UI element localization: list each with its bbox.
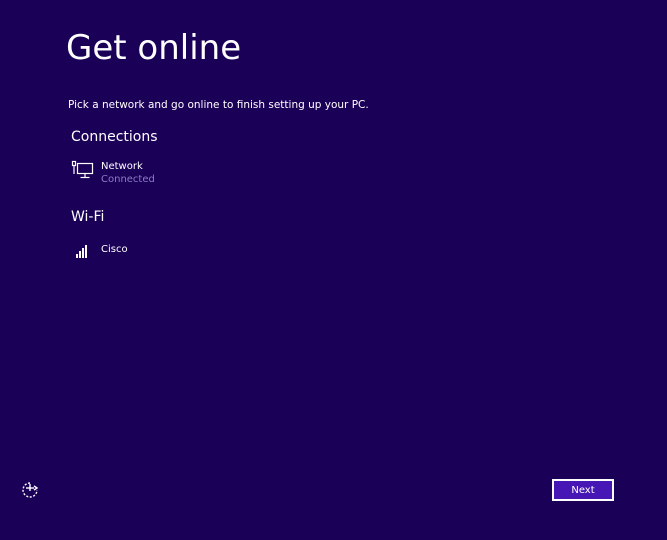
wifi-signal-icon (71, 243, 95, 265)
page-subtitle: Pick a network and go online to finish s… (68, 99, 369, 111)
network-status: Connected (101, 174, 155, 185)
connections-heading: Connections (71, 129, 158, 145)
wifi-heading: Wi-Fi (71, 209, 105, 225)
page-title: Get online (66, 28, 242, 68)
ease-of-access-icon[interactable] (20, 480, 40, 500)
network-name: Network (101, 161, 143, 172)
wifi-network-item-cisco[interactable]: Cisco (71, 243, 128, 265)
next-button[interactable]: Next (552, 479, 614, 501)
network-connection-item[interactable]: Network Connected (71, 160, 155, 186)
wired-network-icon (71, 160, 95, 182)
wifi-network-name: Cisco (101, 244, 128, 255)
